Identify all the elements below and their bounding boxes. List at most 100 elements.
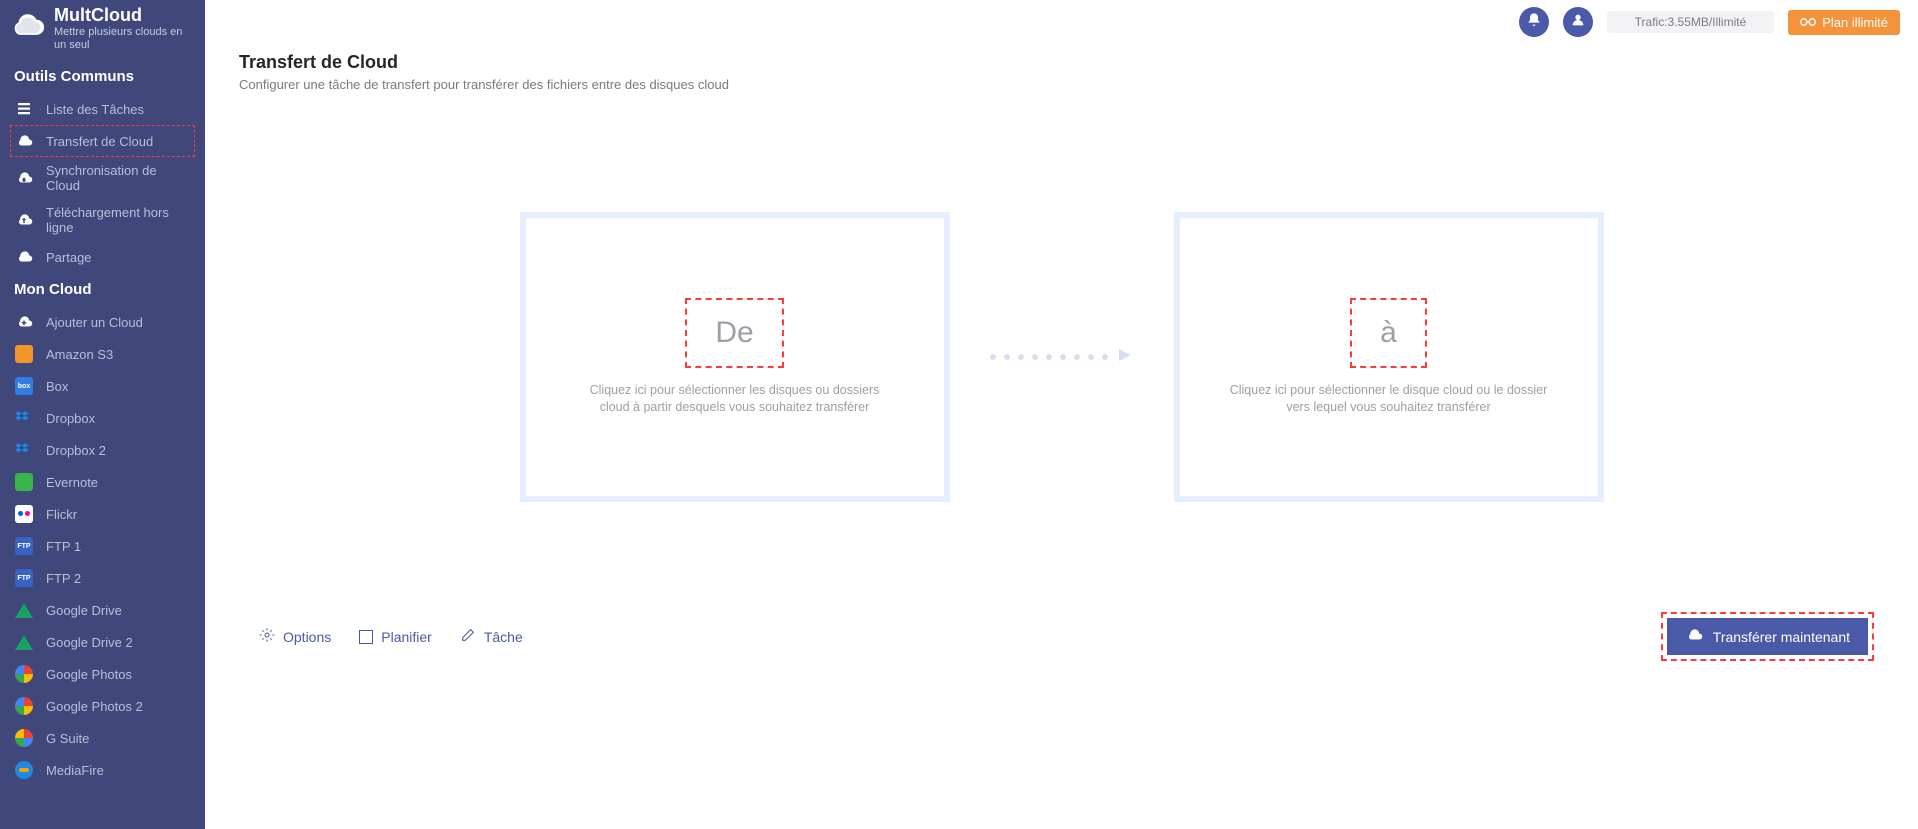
sidebar-item-offline-download[interactable]: Téléchargement hors ligne bbox=[0, 199, 205, 241]
source-picker[interactable]: De Cliquez ici pour sélectionner les dis… bbox=[526, 218, 944, 496]
sidebar-item-label: FTP 1 bbox=[46, 539, 81, 554]
content: Transfert de Cloud Configurer une tâche … bbox=[205, 44, 1918, 661]
destination-help: Cliquez ici pour sélectionner le disque … bbox=[1229, 382, 1549, 417]
sidebar-item-label: Dropbox bbox=[46, 411, 95, 426]
sidebar-item-ftp-1[interactable]: FTP FTP 1 bbox=[0, 530, 205, 562]
sidebar-item-label: Google Photos bbox=[46, 667, 132, 682]
sidebar-item-label: Transfert de Cloud bbox=[46, 134, 153, 149]
section-my-cloud: Mon Cloud bbox=[0, 273, 205, 306]
transfer-now-button[interactable]: Transférer maintenant bbox=[1667, 618, 1868, 655]
page-subtitle: Configurer une tâche de transfert pour t… bbox=[239, 77, 1884, 92]
sidebar-item-google-drive[interactable]: Google Drive bbox=[0, 594, 205, 626]
page-title: Transfert de Cloud bbox=[239, 52, 1884, 73]
source-label: De bbox=[715, 316, 753, 349]
evernote-icon bbox=[14, 472, 34, 492]
transfer-now-highlight: Transférer maintenant bbox=[1661, 612, 1874, 661]
action-row: Options Planifier Tâche Transférer maint… bbox=[239, 612, 1884, 661]
sidebar-item-label: Flickr bbox=[46, 507, 77, 522]
sidebar-item-label: Dropbox 2 bbox=[46, 443, 106, 458]
sidebar-item-label: Téléchargement hors ligne bbox=[46, 205, 191, 235]
logo[interactable]: MultCloud Mettre plusieurs clouds en un … bbox=[0, 0, 205, 60]
upgrade-button[interactable]: Plan illimité bbox=[1788, 10, 1900, 35]
sidebar-item-box[interactable]: box Box bbox=[0, 370, 205, 402]
task-label: Tâche bbox=[484, 629, 523, 645]
infinity-icon bbox=[1800, 15, 1816, 30]
sidebar-item-label: MediaFire bbox=[46, 763, 104, 778]
box-icon: box bbox=[14, 376, 34, 396]
sidebar-item-google-photos[interactable]: Google Photos bbox=[0, 658, 205, 690]
sidebar-item-label: Evernote bbox=[46, 475, 98, 490]
sidebar-item-label: Google Photos 2 bbox=[46, 699, 143, 714]
notifications-button[interactable] bbox=[1519, 7, 1549, 37]
account-button[interactable] bbox=[1563, 7, 1593, 37]
ftp-icon: FTP bbox=[14, 568, 34, 588]
cloud-transfer-icon bbox=[14, 131, 34, 151]
sidebar-item-cloud-sync[interactable]: Synchronisation de Cloud bbox=[0, 157, 205, 199]
sidebar-item-mediafire[interactable]: MediaFire bbox=[0, 754, 205, 786]
transfer-arrow bbox=[990, 346, 1134, 369]
sidebar-item-dropbox[interactable]: Dropbox bbox=[0, 402, 205, 434]
source-card-wrap: De Cliquez ici pour sélectionner les dis… bbox=[520, 212, 950, 502]
flickr-icon bbox=[14, 504, 34, 524]
transfer-row: De Cliquez ici pour sélectionner les dis… bbox=[239, 212, 1884, 502]
upgrade-label: Plan illimité bbox=[1822, 15, 1888, 30]
list-icon bbox=[14, 99, 34, 119]
sidebar: MultCloud Mettre plusieurs clouds en un … bbox=[0, 0, 205, 829]
g-suite-icon bbox=[14, 728, 34, 748]
brand-tagline: Mettre plusieurs clouds en un seul bbox=[54, 26, 194, 52]
cloud-icon bbox=[1685, 628, 1703, 645]
topbar: Trafic:3.55MB/Illimité Plan illimité bbox=[205, 0, 1918, 44]
cloud-add-icon bbox=[14, 312, 34, 332]
options-label: Options bbox=[283, 629, 331, 645]
sidebar-item-label: Amazon S3 bbox=[46, 347, 113, 362]
ftp-icon: FTP bbox=[14, 536, 34, 556]
traffic-status: Trafic:3.55MB/Illimité bbox=[1607, 11, 1775, 33]
destination-label-box: à bbox=[1350, 298, 1427, 368]
sidebar-item-g-suite[interactable]: G Suite bbox=[0, 722, 205, 754]
options-button[interactable]: Options bbox=[259, 627, 331, 646]
sidebar-item-add-cloud[interactable]: Ajouter un Cloud bbox=[0, 306, 205, 338]
sidebar-item-label: FTP 2 bbox=[46, 571, 81, 586]
sidebar-item-flickr[interactable]: Flickr bbox=[0, 498, 205, 530]
cloud-sync-icon bbox=[14, 168, 34, 188]
bell-icon bbox=[1526, 12, 1542, 33]
transfer-now-label: Transférer maintenant bbox=[1713, 629, 1850, 645]
amazon-s3-icon bbox=[14, 344, 34, 364]
mediafire-icon bbox=[14, 760, 34, 780]
sidebar-item-google-photos-2[interactable]: Google Photos 2 bbox=[0, 690, 205, 722]
source-help: Cliquez ici pour sélectionner les disque… bbox=[575, 382, 895, 417]
dropbox-icon bbox=[14, 408, 34, 428]
schedule-label: Planifier bbox=[381, 629, 432, 645]
task-button[interactable]: Tâche bbox=[460, 627, 523, 646]
sidebar-item-task-list[interactable]: Liste des Tâches bbox=[0, 93, 205, 125]
destination-card-wrap: à Cliquez ici pour sélectionner le disqu… bbox=[1174, 212, 1604, 502]
schedule-button[interactable]: Planifier bbox=[359, 627, 432, 646]
sidebar-item-dropbox-2[interactable]: Dropbox 2 bbox=[0, 434, 205, 466]
sidebar-item-label: Partage bbox=[46, 250, 92, 265]
cloud-share-icon bbox=[14, 247, 34, 267]
google-photos-icon bbox=[14, 696, 34, 716]
sidebar-item-evernote[interactable]: Evernote bbox=[0, 466, 205, 498]
sidebar-item-share[interactable]: Partage bbox=[0, 241, 205, 273]
sidebar-item-label: Google Drive 2 bbox=[46, 635, 133, 650]
destination-picker[interactable]: à Cliquez ici pour sélectionner le disqu… bbox=[1180, 218, 1598, 496]
cloud-upload-icon bbox=[14, 210, 34, 230]
sidebar-item-ftp-2[interactable]: FTP FTP 2 bbox=[0, 562, 205, 594]
sidebar-item-label: G Suite bbox=[46, 731, 89, 746]
sidebar-item-cloud-transfer[interactable]: Transfert de Cloud bbox=[0, 125, 205, 157]
cloud-logo-icon bbox=[8, 14, 46, 44]
edit-icon bbox=[460, 627, 476, 646]
sidebar-item-label: Box bbox=[46, 379, 68, 394]
sidebar-item-google-drive-2[interactable]: Google Drive 2 bbox=[0, 626, 205, 658]
brand-name: MultCloud bbox=[54, 6, 194, 24]
dropbox-icon bbox=[14, 440, 34, 460]
action-left: Options Planifier Tâche bbox=[259, 627, 523, 646]
sidebar-item-label: Synchronisation de Cloud bbox=[46, 163, 191, 193]
google-photos-icon bbox=[14, 664, 34, 684]
destination-label: à bbox=[1380, 316, 1397, 349]
google-drive-icon bbox=[14, 632, 34, 652]
sidebar-item-amazon-s3[interactable]: Amazon S3 bbox=[0, 338, 205, 370]
arrow-right-icon bbox=[1116, 346, 1134, 369]
google-drive-icon bbox=[14, 600, 34, 620]
checkbox-icon bbox=[359, 630, 373, 644]
